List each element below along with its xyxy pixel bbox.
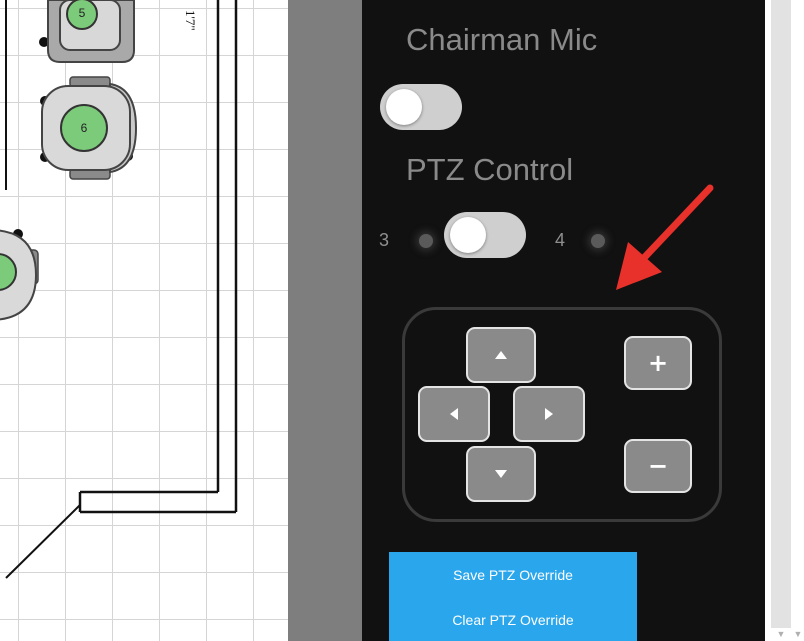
- toggle-knob: [450, 217, 486, 253]
- triangle-left-icon: [450, 408, 458, 420]
- triangle-down-icon: [495, 470, 507, 478]
- ptz-down-button[interactable]: [466, 446, 536, 502]
- panel-separator: [288, 0, 362, 641]
- chairman-mic-toggle[interactable]: [380, 84, 462, 130]
- zoom-in-button[interactable]: +: [624, 336, 692, 390]
- plus-icon: +: [647, 349, 669, 377]
- wall-line: [5, 504, 81, 579]
- scroll-down-icon[interactable]: ▼: [792, 628, 804, 641]
- ptz-camera-toggle[interactable]: [444, 212, 526, 258]
- scrollbar-thumb[interactable]: [771, 0, 791, 628]
- floor-plan-drawing: [0, 0, 238, 579]
- dimension-label: 1'7": [183, 10, 198, 31]
- minus-icon: −: [647, 452, 669, 480]
- floor-plan[interactable]: 5 6 1'7": [0, 0, 288, 641]
- seat-number: 5: [78, 6, 86, 20]
- camera-4-label: 4: [555, 230, 566, 250]
- ptz-right-button[interactable]: [513, 386, 585, 442]
- scroll-down-icon[interactable]: ▼: [771, 628, 791, 641]
- clear-ptz-override-button[interactable]: Clear PTZ Override: [389, 598, 637, 641]
- triangle-right-icon: [545, 408, 553, 420]
- ptz-up-button[interactable]: [466, 327, 536, 383]
- triangle-up-icon: [495, 351, 507, 359]
- seat-number: 6: [80, 121, 88, 135]
- ptz-control-title: PTZ Control: [406, 152, 574, 187]
- save-ptz-override-button[interactable]: Save PTZ Override: [389, 552, 637, 598]
- seat-partial[interactable]: [0, 229, 39, 321]
- ptz-left-button[interactable]: [418, 386, 490, 442]
- zoom-out-button[interactable]: −: [624, 439, 692, 493]
- toggle-knob: [386, 89, 422, 125]
- camera-3-indicator: [419, 234, 433, 248]
- annotation-arrow-icon: [616, 184, 714, 290]
- camera-3-label: 3: [379, 230, 390, 250]
- chairman-mic-title: Chairman Mic: [406, 22, 598, 57]
